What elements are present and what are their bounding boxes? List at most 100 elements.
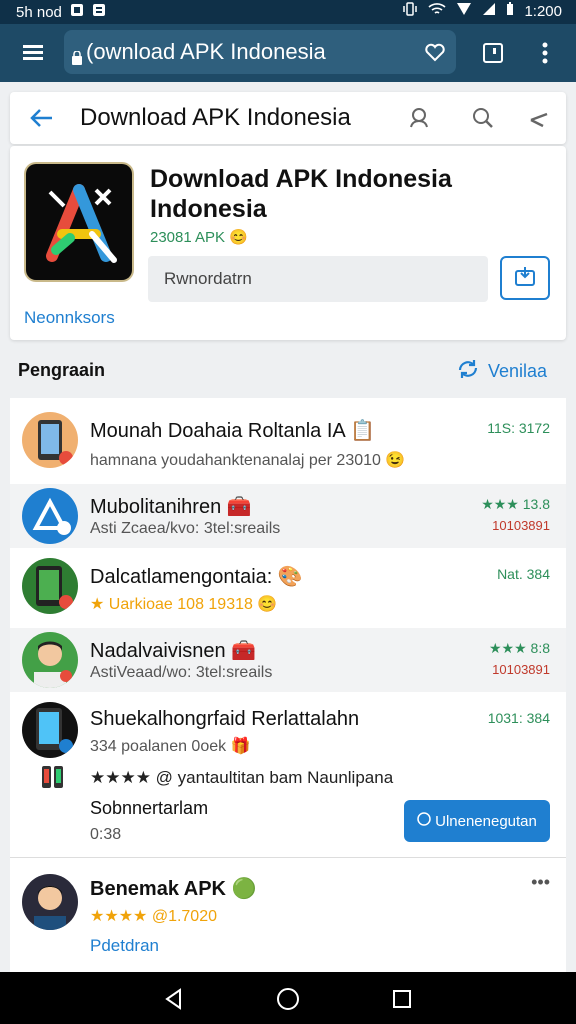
list-item-meta: ★★★ 13.8 [481, 496, 550, 512]
list-item-subtitle: ★★★★ @1.7020 [90, 908, 217, 925]
list-item-subtitle-emoji: 😊 [257, 596, 278, 613]
list-item-title-emoji: 📋 [350, 420, 376, 442]
list-item[interactable]: Mubolitanihren 🧰 Asti Zcaea/kvo: 3tel:sr… [10, 484, 566, 548]
list-item-meta: Nat. 384 [497, 566, 550, 582]
avatar [22, 412, 78, 468]
notification-icon [70, 3, 84, 21]
section-link-label: Venilaa [488, 361, 548, 381]
status-time-left: 5h nod [16, 3, 62, 21]
back-arrow-icon[interactable] [26, 104, 56, 132]
nav-recent-icon[interactable] [388, 986, 416, 1012]
list-item-title-emoji: 🧰 [231, 640, 257, 662]
share-icon[interactable] [524, 104, 554, 132]
more-horiz-icon[interactable]: ••• [531, 872, 550, 893]
search-icon[interactable] [468, 104, 498, 132]
avatar [22, 874, 78, 930]
heart-icon[interactable] [424, 41, 446, 63]
list-item-title: Benemak APK 🟢 [90, 876, 256, 901]
list-item-title-text: Dalcatlamengontaia: [90, 566, 273, 588]
list-item-subtitle-emoji: 😉 [385, 452, 406, 469]
page-app-bar: Download APK Indonesia [10, 92, 566, 144]
status-left: 5h nod [16, 3, 106, 21]
refresh-icon [456, 358, 480, 385]
list-item-subtitle: AstiVeaad/wo: 3tel:sreails [90, 664, 273, 681]
action-button-label: Ulnenenegutan [435, 812, 537, 830]
list-item-title: Shuekalhongrfaid Rerlattalahn [90, 708, 360, 730]
download-icon [514, 265, 536, 292]
status-right: 1:200 [402, 2, 562, 20]
list-item-meta: 11S: 3172 [487, 420, 550, 436]
browser-toolbar: (ownload APK Indonesia [0, 24, 576, 82]
address-bar[interactable]: (ownload APK Indonesia [64, 30, 456, 74]
phone-icon [38, 762, 68, 792]
list-item-rating-line: ★★★★ @ yantaultitan bam Naunlipana [90, 768, 394, 787]
list-item-subtitle: ★ Uarkioae 108 19318 😊 [90, 594, 277, 614]
button-icon [417, 812, 431, 830]
avatar [22, 702, 78, 758]
list-item-title-text: Benemak APK [90, 878, 226, 900]
app-input-field[interactable]: Rwnordatrn [148, 256, 488, 302]
download-button[interactable] [500, 256, 550, 300]
list-item-extra: Sobnnertarlam [90, 798, 209, 818]
app-size-text: 23081 APK [150, 229, 226, 246]
list-item-time: 0:38 [90, 826, 122, 843]
nav-home-icon[interactable] [274, 986, 302, 1012]
list-item[interactable]: Mounah Doahaia Roltanla IA 📋 hamnana you… [10, 398, 566, 484]
avatar [22, 632, 78, 688]
list-item-title-text: Mubolitanihren [90, 496, 222, 518]
signal-bars-icon [482, 2, 496, 20]
list-item[interactable]: Nadalvaivisnen 🧰 AstiVeaad/wo: 3tel:srea… [10, 628, 566, 692]
list-item-subtitle: Asti Zcaea/kvo: 3tel:sreails [90, 520, 281, 537]
nav-back-icon[interactable] [160, 986, 188, 1012]
lock-icon [72, 45, 82, 65]
app-title: Download APK Indonesia Indonesia [150, 165, 452, 223]
list-item-subtitle-emoji: 🎁 [230, 738, 251, 755]
list-item-title-emoji: 🎨 [277, 566, 303, 588]
list-item[interactable]: Shuekalhongrfaid Rerlattalahn 334 poalan… [10, 692, 566, 856]
list-item-meta-secondary: 10103891 [492, 662, 550, 677]
menu-icon[interactable] [18, 39, 48, 65]
list-item-meta-secondary: 10103891 [492, 518, 550, 533]
list-item-subtitle: hamnana youdahanktenanalaj per 23010 😉 [90, 450, 405, 470]
list-item-subtitle-text: ★ Uarkioae 108 19318 [90, 596, 253, 613]
list-item[interactable]: Benemak APK 🟢 ★★★★ @1.7020 Pdetdran ••• [10, 858, 566, 972]
app-detail-card: Download APK Indonesia Indonesia 23081 A… [10, 146, 566, 340]
list-item[interactable]: Dalcatlamengontaia: 🎨 ★ Uarkioae 108 193… [10, 548, 566, 628]
battery-icon [506, 2, 514, 20]
search-icon[interactable] [404, 104, 434, 132]
list-item-subtitle: 334 poalanen 0oek 🎁 [90, 736, 251, 756]
list-item-meta: ★★★ 8:8 [488, 640, 550, 656]
more-vert-icon[interactable] [532, 38, 558, 68]
list-item-title: Dalcatlamengontaia: 🎨 [90, 564, 303, 589]
notification-icon [92, 3, 106, 21]
list-item-title-text: Mounah Doahaia Roltanla IA [90, 420, 345, 442]
list-item-link[interactable]: Pdetdran [90, 936, 159, 956]
list-item-title-text: Nadalvaivisnen [90, 640, 226, 662]
list-item-title-emoji: 🧰 [226, 496, 252, 518]
page-title: Download APK Indonesia [80, 104, 351, 131]
app-link[interactable]: Neonnksors [24, 308, 115, 328]
avatar [22, 558, 78, 614]
system-nav-bar [0, 972, 576, 1024]
app-size: 23081 APK 😊 [150, 228, 248, 246]
list-item-meta: 1031: 384 [487, 710, 550, 726]
list-item-subtitle-text: 334 poalanen 0oek [90, 738, 227, 755]
vibrate-icon [402, 2, 418, 20]
status-time-right: 1:200 [524, 2, 562, 20]
app-icon [26, 164, 132, 280]
tabs-icon[interactable] [478, 38, 508, 68]
wifi-icon [428, 2, 446, 20]
avatar [22, 488, 78, 544]
list-item-title: Mounah Doahaia Roltanla IA 📋 [90, 418, 375, 443]
section-heading: Pengraain [18, 360, 106, 380]
signal-icon [456, 2, 472, 20]
list-item-title: Mubolitanihren 🧰 [90, 494, 252, 519]
list-item-subtitle-text: hamnana youdahanktenanalaj per 23010 [90, 452, 381, 469]
url-text: (ownload APK Indonesia [86, 39, 326, 64]
list-item-title: Nadalvaivisnen 🧰 [90, 638, 256, 663]
status-bar: 5h nod 1:200 [0, 0, 576, 24]
section-link[interactable]: Venilaa [456, 358, 547, 385]
action-button[interactable]: Ulnenenegutan [404, 800, 550, 842]
app-size-emoji: 😊 [229, 229, 248, 246]
list-item-title-emoji: 🟢 [231, 878, 257, 900]
